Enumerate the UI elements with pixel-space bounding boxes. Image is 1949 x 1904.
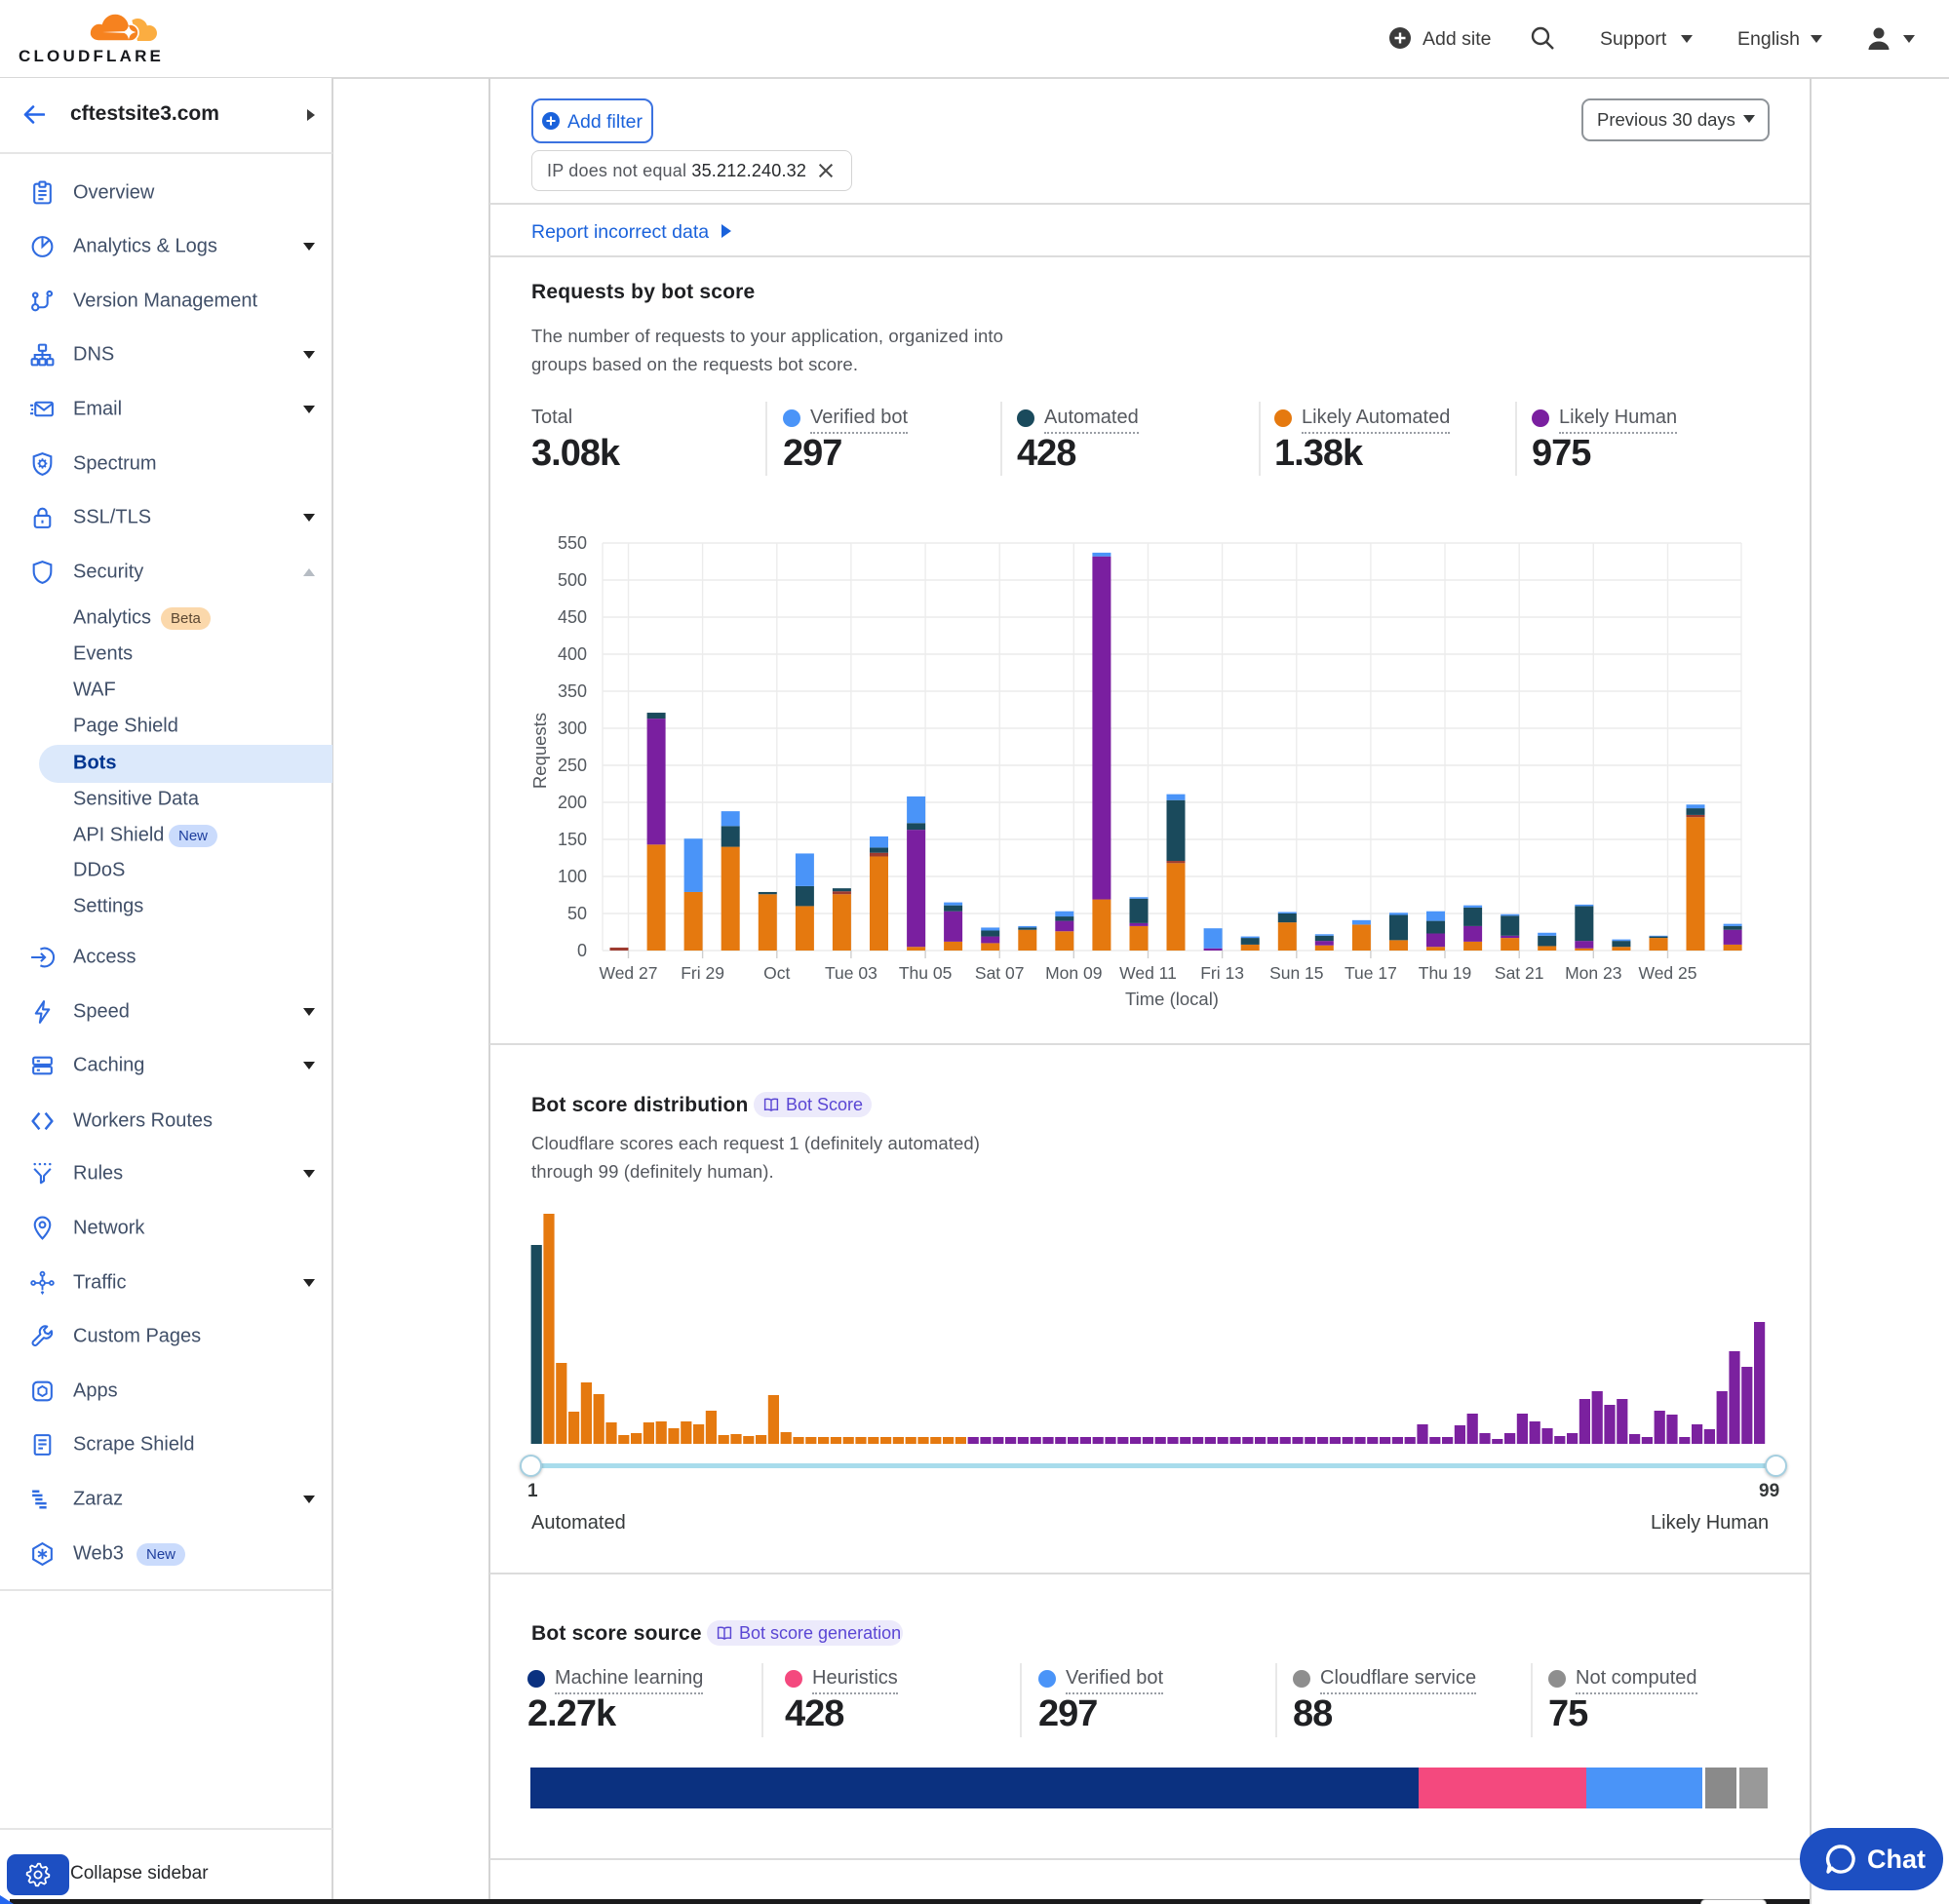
svg-text:Wed 27: Wed 27 — [600, 963, 658, 983]
svg-text:300: 300 — [558, 719, 587, 738]
svg-text:450: 450 — [558, 607, 587, 627]
svg-text:Thu 19: Thu 19 — [1419, 963, 1471, 983]
svg-text:Sat 21: Sat 21 — [1495, 963, 1544, 983]
svg-text:Mon 23: Mon 23 — [1565, 963, 1621, 983]
svg-text:Tue 17: Tue 17 — [1345, 963, 1397, 983]
svg-text:Tue 03: Tue 03 — [825, 963, 877, 983]
svg-text:Mon 09: Mon 09 — [1045, 963, 1102, 983]
svg-text:Requests: Requests — [529, 713, 550, 789]
svg-text:400: 400 — [558, 644, 587, 664]
svg-text:Thu 05: Thu 05 — [899, 963, 952, 983]
svg-text:250: 250 — [558, 756, 587, 775]
svg-text:Sat 07: Sat 07 — [975, 963, 1025, 983]
svg-text:50: 50 — [567, 904, 587, 923]
svg-text:350: 350 — [558, 681, 587, 701]
svg-text:Oct: Oct — [763, 963, 790, 983]
svg-text:Fri 13: Fri 13 — [1200, 963, 1244, 983]
svg-text:150: 150 — [558, 830, 587, 849]
svg-text:Fri 29: Fri 29 — [681, 963, 724, 983]
svg-text:100: 100 — [558, 867, 587, 886]
svg-text:550: 550 — [558, 533, 587, 553]
svg-text:Time (local): Time (local) — [1125, 989, 1219, 1009]
svg-text:0: 0 — [577, 941, 587, 960]
svg-text:200: 200 — [558, 793, 587, 812]
svg-text:Sun 15: Sun 15 — [1269, 963, 1323, 983]
svg-text:Wed 25: Wed 25 — [1639, 963, 1697, 983]
svg-text:500: 500 — [558, 570, 587, 590]
svg-text:Wed 11: Wed 11 — [1119, 963, 1177, 983]
